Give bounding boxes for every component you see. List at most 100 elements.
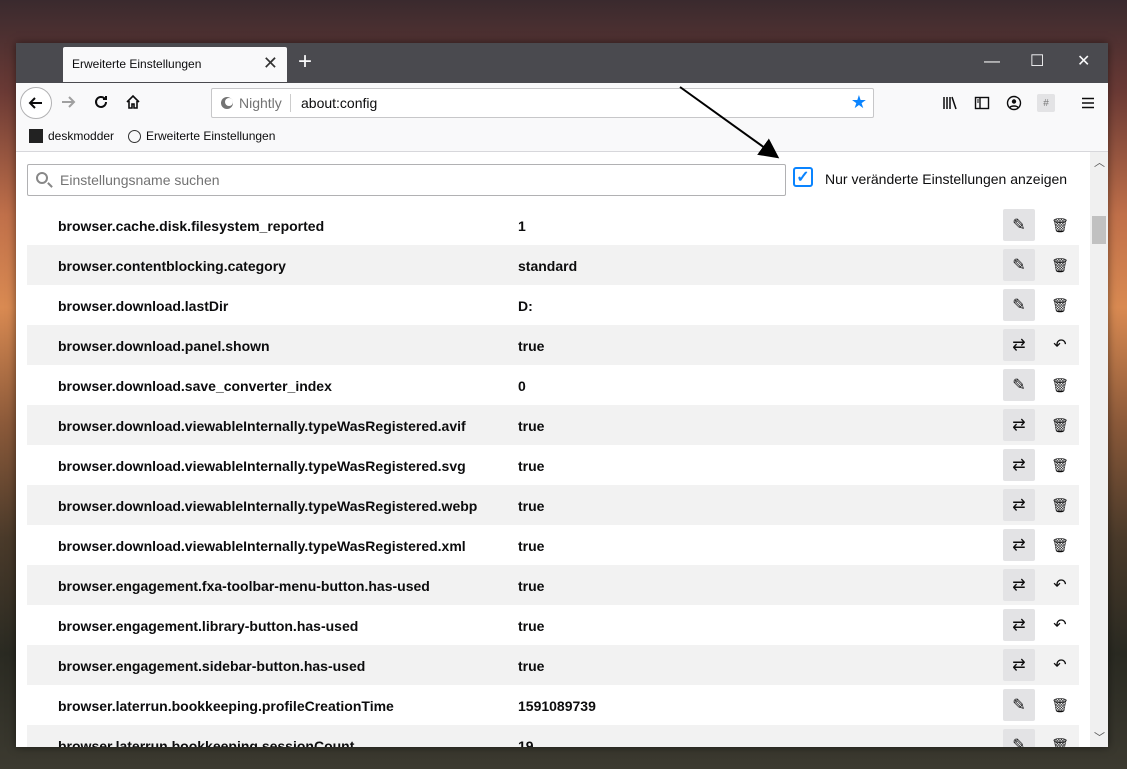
reset-button[interactable]: ↶	[1044, 609, 1076, 641]
toggle-button[interactable]: ⇄	[1003, 529, 1035, 561]
search-icon	[36, 172, 48, 184]
toggle-button[interactable]: ⇄	[1003, 449, 1035, 481]
bookmark-erweiterte-einstellungen[interactable]: Erweiterte Einstellungen	[128, 129, 275, 143]
pref-row[interactable]: browser.engagement.fxa-toolbar-menu-butt…	[27, 565, 1079, 605]
delete-button[interactable]: 🗑	[1044, 689, 1076, 721]
pref-row[interactable]: browser.contentblocking.category standard…	[27, 245, 1079, 285]
pref-name: browser.download.viewableInternally.type…	[58, 458, 466, 474]
edit-button[interactable]: ✎	[1003, 209, 1035, 241]
maximize-icon[interactable]: ☐	[1030, 54, 1044, 70]
delete-button[interactable]: 🗑	[1044, 369, 1076, 401]
delete-button[interactable]: 🗑	[1044, 409, 1076, 441]
toggle-button[interactable]: ⇄	[1003, 409, 1035, 441]
forward-button[interactable]	[53, 87, 83, 117]
toggle-arrows-icon: ⇄	[1012, 417, 1026, 434]
pref-name: browser.download.viewableInternally.type…	[58, 538, 466, 554]
pref-row[interactable]: browser.download.viewableInternally.type…	[27, 485, 1079, 525]
reset-button[interactable]: ↶	[1044, 569, 1076, 601]
delete-button[interactable]: 🗑	[1044, 249, 1076, 281]
toggle-button[interactable]: ⇄	[1003, 649, 1035, 681]
window-close-icon[interactable]: ✕	[1077, 54, 1090, 70]
edit-button[interactable]: ✎	[1003, 689, 1035, 721]
url-input[interactable]: about:config	[301, 95, 377, 111]
minimize-icon[interactable]: —	[984, 54, 1000, 70]
library-icon[interactable]	[941, 94, 959, 112]
pref-row[interactable]: browser.download.panel.shown true ⇄ ↶	[27, 325, 1079, 365]
reload-icon	[95, 95, 107, 108]
back-arrow-icon	[28, 97, 42, 109]
pref-name: browser.engagement.library-button.has-us…	[58, 618, 359, 634]
pref-row[interactable]: browser.laterrun.bookkeeping.sessionCoun…	[27, 725, 1079, 747]
hamburger-menu-icon[interactable]	[1079, 94, 1097, 112]
trash-icon: 🗑	[1051, 536, 1069, 553]
toggle-arrows-icon: ⇄	[1012, 337, 1026, 354]
toggle-button[interactable]: ⇄	[1003, 329, 1035, 361]
undo-icon: ↶	[1053, 577, 1067, 594]
toggle-arrows-icon: ⇄	[1012, 497, 1026, 514]
reset-button[interactable]: ↶	[1044, 329, 1076, 361]
pref-value: true	[518, 418, 545, 434]
scroll-down-icon[interactable]: ﹀	[1094, 729, 1105, 745]
close-tab-icon[interactable]: ✕	[263, 53, 278, 73]
undo-icon: ↶	[1053, 657, 1067, 674]
toggle-button[interactable]: ⇄	[1003, 569, 1035, 601]
pref-row[interactable]: browser.download.save_converter_index 0 ✎ 🗑	[27, 365, 1079, 405]
bookmark-deskmodder[interactable]: deskmodder	[29, 129, 114, 143]
deskmodder-icon	[29, 129, 43, 143]
delete-button[interactable]: 🗑	[1044, 209, 1076, 241]
edit-button[interactable]: ✎	[1003, 249, 1035, 281]
reset-button[interactable]: ↶	[1044, 649, 1076, 681]
delete-button[interactable]: 🗑	[1044, 289, 1076, 321]
delete-button[interactable]: 🗑	[1044, 489, 1076, 521]
tab-active[interactable]: Erweiterte Einstellungen ✕	[63, 47, 287, 82]
pref-row[interactable]: browser.engagement.sidebar-button.has-us…	[27, 645, 1079, 685]
delete-button[interactable]: 🗑	[1044, 729, 1076, 748]
edit-button[interactable]: ✎	[1003, 289, 1035, 321]
about-config-page: Einstellungsname suchen ✓ Nur veränderte…	[16, 152, 1108, 747]
scroll-thumb[interactable]	[1092, 216, 1106, 244]
edit-button[interactable]: ✎	[1003, 729, 1035, 747]
trash-icon: 🗑	[1051, 216, 1069, 233]
scroll-up-icon[interactable]: ︿	[1094, 154, 1105, 170]
account-icon[interactable]	[1005, 94, 1023, 112]
pencil-icon: ✎	[1012, 697, 1026, 714]
pref-name: browser.download.viewableInternally.type…	[58, 418, 466, 434]
pref-name: browser.download.panel.shown	[58, 338, 270, 354]
sidebar-icon[interactable]	[973, 94, 991, 112]
pref-row[interactable]: browser.engagement.library-button.has-us…	[27, 605, 1079, 645]
search-placeholder: Einstellungsname suchen	[60, 172, 220, 188]
url-divider	[290, 94, 291, 112]
pref-value: 1591089739	[518, 698, 596, 714]
pref-row[interactable]: browser.download.viewableInternally.type…	[27, 525, 1079, 565]
toggle-button[interactable]: ⇄	[1003, 489, 1035, 521]
pencil-icon: ✎	[1012, 737, 1026, 747]
edit-button[interactable]: ✎	[1003, 369, 1035, 401]
bookmark-label: Erweiterte Einstellungen	[146, 129, 276, 143]
pref-row[interactable]: browser.download.viewableInternally.type…	[27, 445, 1079, 485]
pref-row[interactable]: browser.download.viewableInternally.type…	[27, 405, 1079, 445]
trash-icon: 🗑	[1051, 256, 1069, 273]
identity-box[interactable]: Nightly	[220, 95, 282, 111]
delete-button[interactable]: 🗑	[1044, 449, 1076, 481]
reload-button[interactable]	[86, 87, 116, 117]
back-button[interactable]	[20, 87, 52, 119]
search-input[interactable]: Einstellungsname suchen	[27, 164, 786, 196]
modified-only-label[interactable]: Nur veränderte Einstellungen anzeigen	[825, 171, 1067, 187]
modified-only-checkbox[interactable]: ✓	[793, 167, 813, 187]
undo-icon: ↶	[1053, 617, 1067, 634]
scrollbar[interactable]: ︿ ﹀	[1090, 152, 1108, 747]
pref-value: 0	[518, 378, 526, 394]
trash-icon: 🗑	[1051, 376, 1069, 393]
pref-name: browser.cache.disk.filesystem_reported	[58, 218, 325, 234]
pref-row[interactable]: browser.download.lastDir D: ✎ 🗑	[27, 285, 1079, 325]
bookmark-star-icon[interactable]: ★	[851, 92, 867, 113]
pref-name: browser.download.save_converter_index	[58, 378, 332, 394]
toggle-button[interactable]: ⇄	[1003, 609, 1035, 641]
delete-button[interactable]: 🗑	[1044, 529, 1076, 561]
home-button[interactable]	[118, 87, 148, 117]
pref-row[interactable]: browser.laterrun.bookkeeping.profileCrea…	[27, 685, 1079, 725]
extension-icon[interactable]: #	[1037, 94, 1055, 112]
pref-value: true	[518, 338, 545, 354]
pref-row[interactable]: browser.cache.disk.filesystem_reported 1 ✎…	[27, 205, 1079, 245]
new-tab-icon[interactable]: +	[294, 49, 316, 75]
